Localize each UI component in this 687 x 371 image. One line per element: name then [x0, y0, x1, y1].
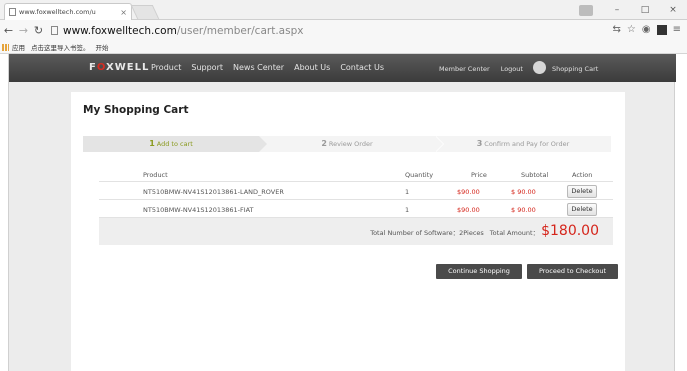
logout-link[interactable]: Logout [501, 65, 523, 73]
foxwell-logo[interactable]: FOXWELL [89, 62, 149, 73]
step-confirm-pay: 3 Confirm and Pay for Order [435, 136, 611, 152]
checkout-steps: 1 Add to cart 2 Review Order 3 Confirm and … [83, 136, 611, 152]
cart-table: Product Quantity Price Subtotal Action N… [99, 166, 613, 245]
reload-icon[interactable]: ↻ [32, 24, 45, 37]
extension-icons: ⇆ ☆ ◉ ≡ [613, 24, 681, 35]
site-navbar: FOXWELL Product Support News Center Abou… [9, 54, 676, 82]
browser-tab[interactable]: www.foxwelltech.com/u × [4, 3, 132, 20]
menu-icon[interactable]: ≡ [673, 24, 681, 35]
tab-title: www.foxwelltech.com/u [19, 8, 96, 16]
window-controls: – □ × [579, 0, 687, 20]
forward-arrow-icon[interactable]: → [17, 24, 30, 37]
address-bar: ← → ↻ www.foxwelltech.com/user/member/ca… [0, 20, 687, 41]
back-arrow-icon[interactable]: ← [2, 24, 15, 37]
user-icon[interactable] [579, 4, 593, 16]
bookmark-import[interactable]: 点击这里导入书签。 [31, 42, 90, 52]
menu-product[interactable]: Product [151, 63, 181, 72]
page-icon [51, 26, 58, 35]
close-window-button[interactable]: × [659, 5, 687, 15]
menu-contact-us[interactable]: Contact Us [340, 63, 384, 72]
member-center-link[interactable]: Member Center [439, 65, 490, 73]
url-field[interactable]: www.foxwelltech.com/user/member/cart.asp… [51, 22, 617, 39]
extension-icon[interactable]: ◉ [642, 24, 651, 35]
cart-total-row: Total Number of Software：2Pieces Total A… [99, 218, 613, 245]
bookmark-start[interactable]: 开始 [96, 42, 109, 52]
main-menu: Product Support News Center About Us Con… [151, 63, 384, 72]
total-amount-label: Total Amount： [489, 229, 540, 237]
maximize-button[interactable]: □ [631, 5, 659, 15]
browser-tab-strip: www.foxwelltech.com/u × – □ × [0, 0, 687, 20]
cart-icon[interactable] [532, 61, 546, 74]
url-path: /user/member/cart.aspx [176, 24, 304, 37]
apps-icon[interactable] [2, 43, 9, 51]
translate-icon[interactable]: ⇆ [613, 24, 621, 35]
minimize-button[interactable]: – [603, 5, 631, 15]
quantity-value: 1 [405, 188, 410, 196]
menu-news-center[interactable]: News Center [233, 63, 284, 72]
quantity-value: 1 [405, 206, 410, 214]
subtotal-value: $ 90.00 [511, 206, 536, 214]
menu-support[interactable]: Support [191, 63, 223, 72]
shopping-cart-link[interactable]: Shopping Cart [552, 65, 598, 73]
subtotal-value: $ 90.00 [511, 188, 536, 196]
website: FOXWELL Product Support News Center Abou… [8, 54, 676, 371]
url-host: www.foxwelltech.com [63, 24, 177, 37]
proceed-to-checkout-button[interactable]: Proceed to Checkout [527, 264, 618, 279]
delete-button[interactable]: Delete [567, 203, 597, 216]
menu-about-us[interactable]: About Us [294, 63, 330, 72]
step-review-order: 2 Review Order [259, 136, 435, 152]
continue-shopping-button[interactable]: Continue Shopping [436, 264, 522, 279]
header-action: Action [572, 171, 593, 179]
header-subtotal: Subtotal [521, 171, 549, 179]
table-row: NT510BMW-NV41S12013861-LAND_ROVER 1 $90.… [99, 182, 613, 200]
product-name: NT510BMW-NV41S12013861-FIAT [143, 206, 254, 214]
table-row: NT510BMW-NV41S12013861-FIAT 1 $90.00 $ 9… [99, 200, 613, 218]
price-value: $90.00 [457, 188, 480, 196]
price-value: $90.00 [457, 206, 480, 214]
bookmarks-bar: 应用 点击这里导入书签。 开始 [0, 41, 687, 54]
star-icon[interactable]: ☆ [627, 24, 636, 35]
header-product: Product [143, 171, 168, 179]
page-title: My Shopping Cart [83, 104, 189, 116]
extension-square-icon[interactable] [656, 24, 667, 35]
bookmark-apps[interactable]: 应用 [12, 42, 25, 52]
header-price: Price [471, 171, 487, 179]
new-tab-button[interactable] [130, 5, 160, 19]
delete-button[interactable]: Delete [567, 185, 597, 198]
tab-close-icon[interactable]: × [120, 8, 127, 17]
cart-panel: My Shopping Cart 1 Add to cart 2 Review Or… [71, 92, 625, 371]
product-name: NT510BMW-NV41S12013861-LAND_ROVER [143, 188, 284, 196]
total-amount: $180.00 [541, 223, 599, 239]
header-quantity: Quantity [405, 171, 434, 179]
page-icon [9, 8, 16, 16]
total-software-count: Total Number of Software：2Pieces [370, 229, 484, 237]
step-add-to-cart: 1 Add to cart [83, 136, 267, 152]
account-nav: Member Center Logout Shopping Cart [439, 61, 598, 74]
table-header: Product Quantity Price Subtotal Action [99, 166, 613, 182]
cart-totals: Total Number of Software：2Pieces Total A… [370, 223, 599, 239]
